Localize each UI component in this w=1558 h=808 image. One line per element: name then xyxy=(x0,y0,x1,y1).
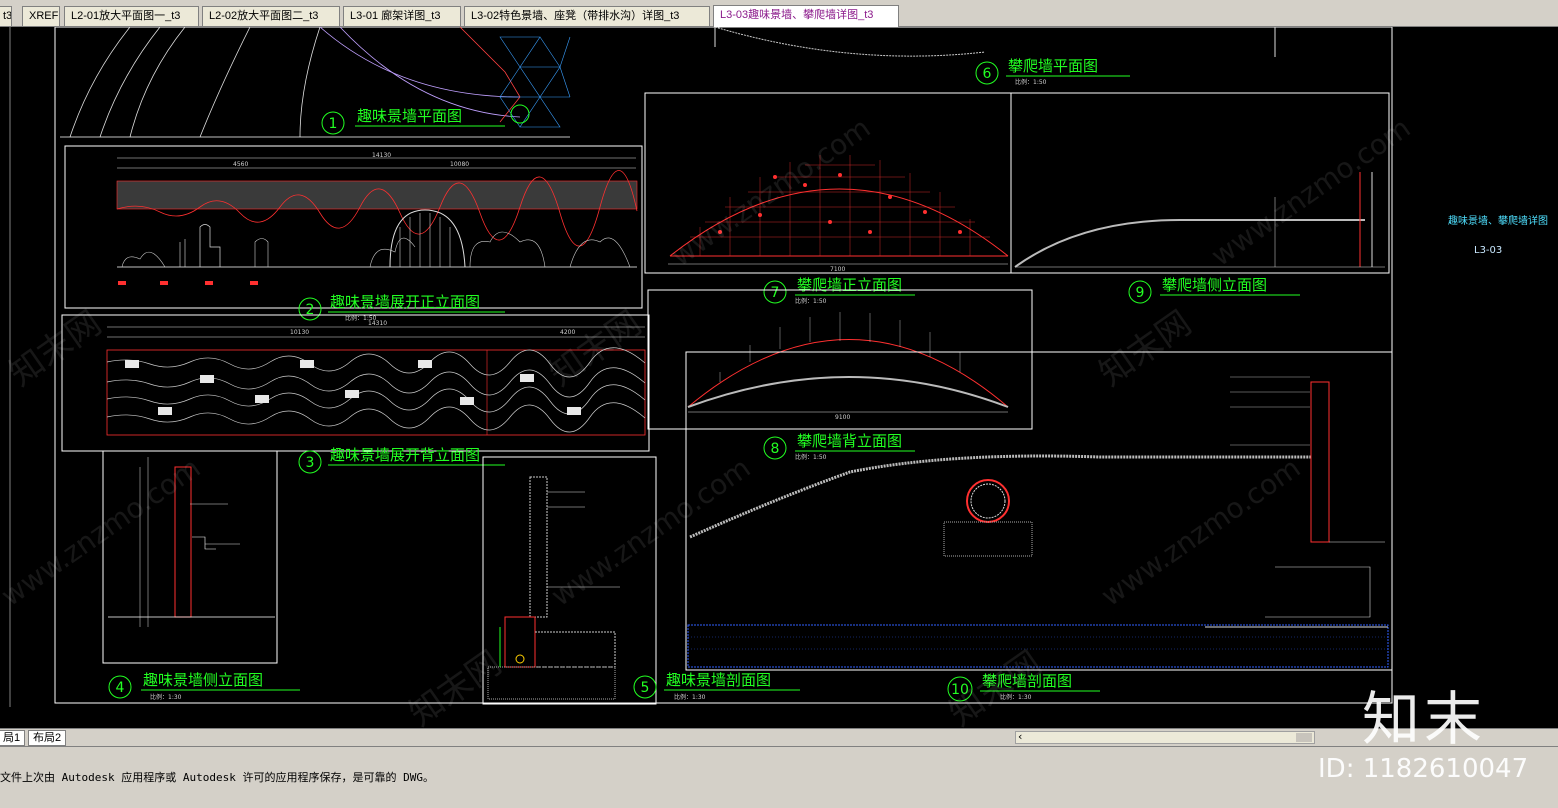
view-10-frame xyxy=(685,351,1393,671)
sheet-code: L3-03 xyxy=(1474,245,1502,256)
svg-text:4200: 4200 xyxy=(560,329,575,336)
scroll-thumb[interactable] xyxy=(1296,733,1312,742)
tab-l3-03-active[interactable]: L3-03趣味景墙、攀爬墙详图_t3 xyxy=(713,5,899,27)
svg-text:4560: 4560 xyxy=(233,161,248,168)
view-8-elevation: 9100 xyxy=(687,312,1009,421)
svg-text:攀爬墙侧立面图: 攀爬墙侧立面图 xyxy=(1162,276,1267,294)
svg-text:10080: 10080 xyxy=(450,161,469,168)
tab-xref[interactable]: XREF xyxy=(22,6,60,26)
svg-text:8: 8 xyxy=(771,441,780,457)
view-2-title: 2 趣味景墙展开正立面图 比例：1:50 xyxy=(298,293,505,322)
layout-tab-1[interactable]: 局1 xyxy=(0,730,26,746)
view-4-title: 4 趣味景墙侧立面图 比例：1:30 xyxy=(108,671,300,701)
svg-text:7: 7 xyxy=(771,285,780,301)
svg-text:攀爬墙平面图: 攀爬墙平面图 xyxy=(1008,57,1098,75)
svg-text:14310: 14310 xyxy=(368,320,387,327)
svg-text:5: 5 xyxy=(641,680,650,696)
document-tab-bar: t3 XREF L2-01放大平面图一_t3 L2-02放大平面图二_t3 L3… xyxy=(0,0,1558,27)
layout-tab-2[interactable]: 布局2 xyxy=(28,730,67,746)
view-8-title: 8 攀爬墙背立面图 比例：1:50 xyxy=(763,432,915,461)
svg-text:6: 6 xyxy=(983,66,992,82)
view-6-plan xyxy=(714,27,1276,57)
view-2-frame xyxy=(64,145,643,309)
svg-text:10130: 10130 xyxy=(290,329,309,336)
triangle-mesh xyxy=(499,36,571,128)
svg-text:比例：1:30: 比例：1:30 xyxy=(674,693,706,701)
tab-l2-01[interactable]: L2-01放大平面图一_t3 xyxy=(64,6,199,26)
tab-l3-02[interactable]: L3-02特色景墙、座凳（带排水沟）详图_t3 xyxy=(464,6,710,26)
view-9-title: 9 攀爬墙侧立面图 xyxy=(1128,276,1300,304)
svg-text:趣味景墙平面图: 趣味景墙平面图 xyxy=(357,107,462,125)
svg-text:www.znzmo.com: www.znzmo.com xyxy=(545,451,756,613)
svg-text:4: 4 xyxy=(116,680,125,696)
view-1-plan xyxy=(60,27,570,138)
svg-text:比例：1:50: 比例：1:50 xyxy=(795,297,827,305)
brand-id: ID: 1182610047 xyxy=(1318,754,1529,784)
svg-text:知末网: 知末网 xyxy=(402,643,508,728)
sheet-frame xyxy=(54,27,1393,704)
tab-t3[interactable]: t3 xyxy=(0,6,12,26)
view-10-section xyxy=(687,376,1389,668)
svg-text:知末网: 知末网 xyxy=(1092,303,1198,394)
svg-text:www.znzmo.com: www.znzmo.com xyxy=(1095,451,1306,613)
svg-text:趣味景墙侧立面图: 趣味景墙侧立面图 xyxy=(143,671,263,689)
svg-text:3: 3 xyxy=(306,455,315,471)
svg-text:攀爬墙正立面图: 攀爬墙正立面图 xyxy=(797,276,902,294)
view-3-title: 3 趣味景墙展开背立面图 xyxy=(298,446,505,474)
view-8-frame xyxy=(647,289,1033,430)
view-5-title: 5 趣味景墙剖面图 比例：1:30 xyxy=(633,671,800,701)
svg-text:比例：1:50: 比例：1:50 xyxy=(795,453,827,461)
svg-text:1: 1 xyxy=(329,116,338,132)
svg-text:知末网: 知末网 xyxy=(542,303,648,394)
svg-text:14130: 14130 xyxy=(372,152,391,159)
svg-text:趣味景墙展开背立面图: 趣味景墙展开背立面图 xyxy=(330,446,480,464)
drawing-canvas[interactable]: 1 趣味景墙平面图 4560 10080 14130 2 趣味景墙展开正立面图 … xyxy=(0,27,1558,728)
svg-text:9: 9 xyxy=(1136,285,1145,301)
layout-tab-bar: 局1 布局2 ‹ xyxy=(0,728,1558,746)
svg-text:9100: 9100 xyxy=(835,414,850,421)
svg-text:趣味景墙剖面图: 趣味景墙剖面图 xyxy=(666,671,771,689)
sheet-title: 趣味景墙、攀爬墙详图 xyxy=(1448,214,1548,227)
view-2-elevation: 4560 10080 14130 xyxy=(116,152,638,285)
view-6-title: 6 攀爬墙平面图 比例：1:50 xyxy=(975,57,1130,86)
scroll-left-icon[interactable]: ‹ xyxy=(1018,730,1022,743)
svg-text:比例：1:30: 比例：1:30 xyxy=(150,693,182,701)
svg-text:7100: 7100 xyxy=(830,266,845,273)
command-history-text: 文件上次由 Autodesk 应用程序或 Autodesk 许可的应用程序保存，… xyxy=(0,771,434,784)
svg-text:攀爬墙背立面图: 攀爬墙背立面图 xyxy=(797,432,902,450)
svg-text:2: 2 xyxy=(306,302,315,318)
svg-text:趣味景墙展开正立面图: 趣味景墙展开正立面图 xyxy=(330,293,480,311)
cad-drawing: 1 趣味景墙平面图 4560 10080 14130 2 趣味景墙展开正立面图 … xyxy=(0,27,1548,728)
brand-logo: 知末 xyxy=(1362,685,1487,753)
horizontal-scrollbar[interactable]: ‹ xyxy=(1015,730,1315,744)
svg-text:www.znzmo.com: www.znzmo.com xyxy=(1205,111,1416,273)
tab-l2-02[interactable]: L2-02放大平面图二_t3 xyxy=(202,6,340,26)
svg-text:比例：1:50: 比例：1:50 xyxy=(1015,78,1047,86)
tab-l3-01[interactable]: L3-01 廊架详图_t3 xyxy=(343,6,461,26)
